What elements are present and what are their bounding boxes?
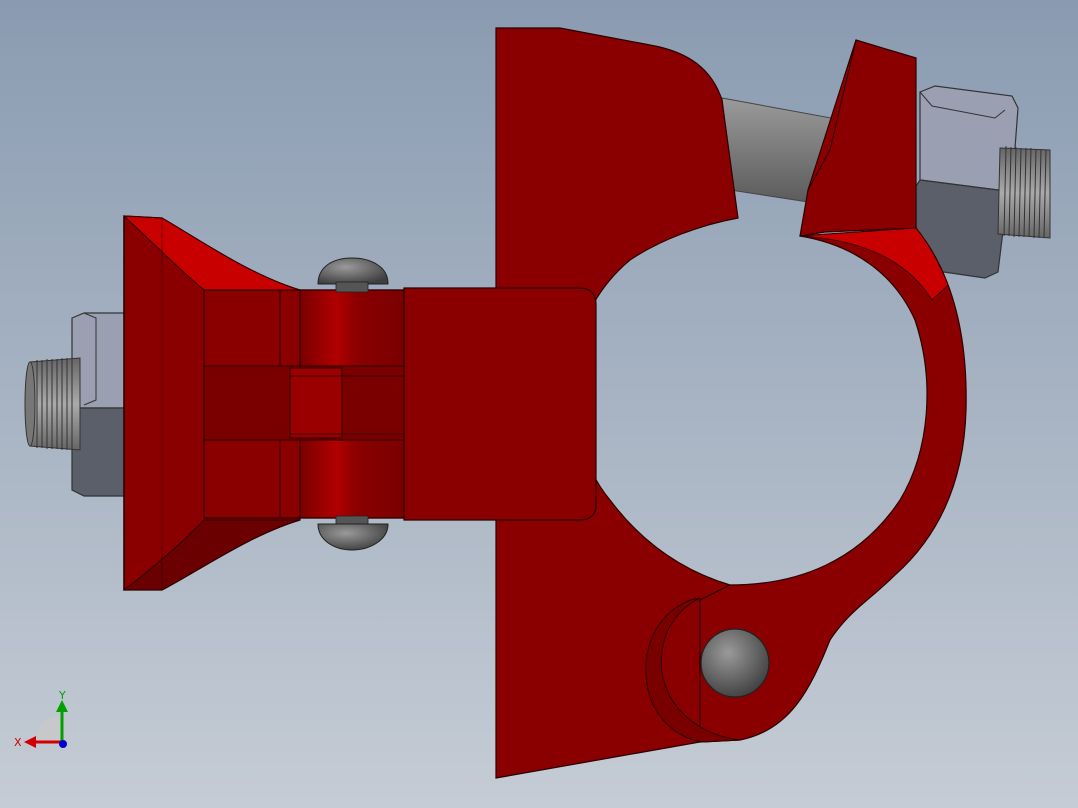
hinge-pin-head xyxy=(700,628,770,698)
top-rivet-shank xyxy=(335,281,369,293)
x-axis-label: X xyxy=(14,736,22,749)
left-bolt-thread xyxy=(24,357,81,451)
model-view[interactable]: Y X xyxy=(0,0,1078,808)
upper-bolt-thread xyxy=(997,145,1051,239)
3d-viewport[interactable]: Y X xyxy=(0,0,1078,808)
y-axis-label: Y xyxy=(58,689,66,702)
